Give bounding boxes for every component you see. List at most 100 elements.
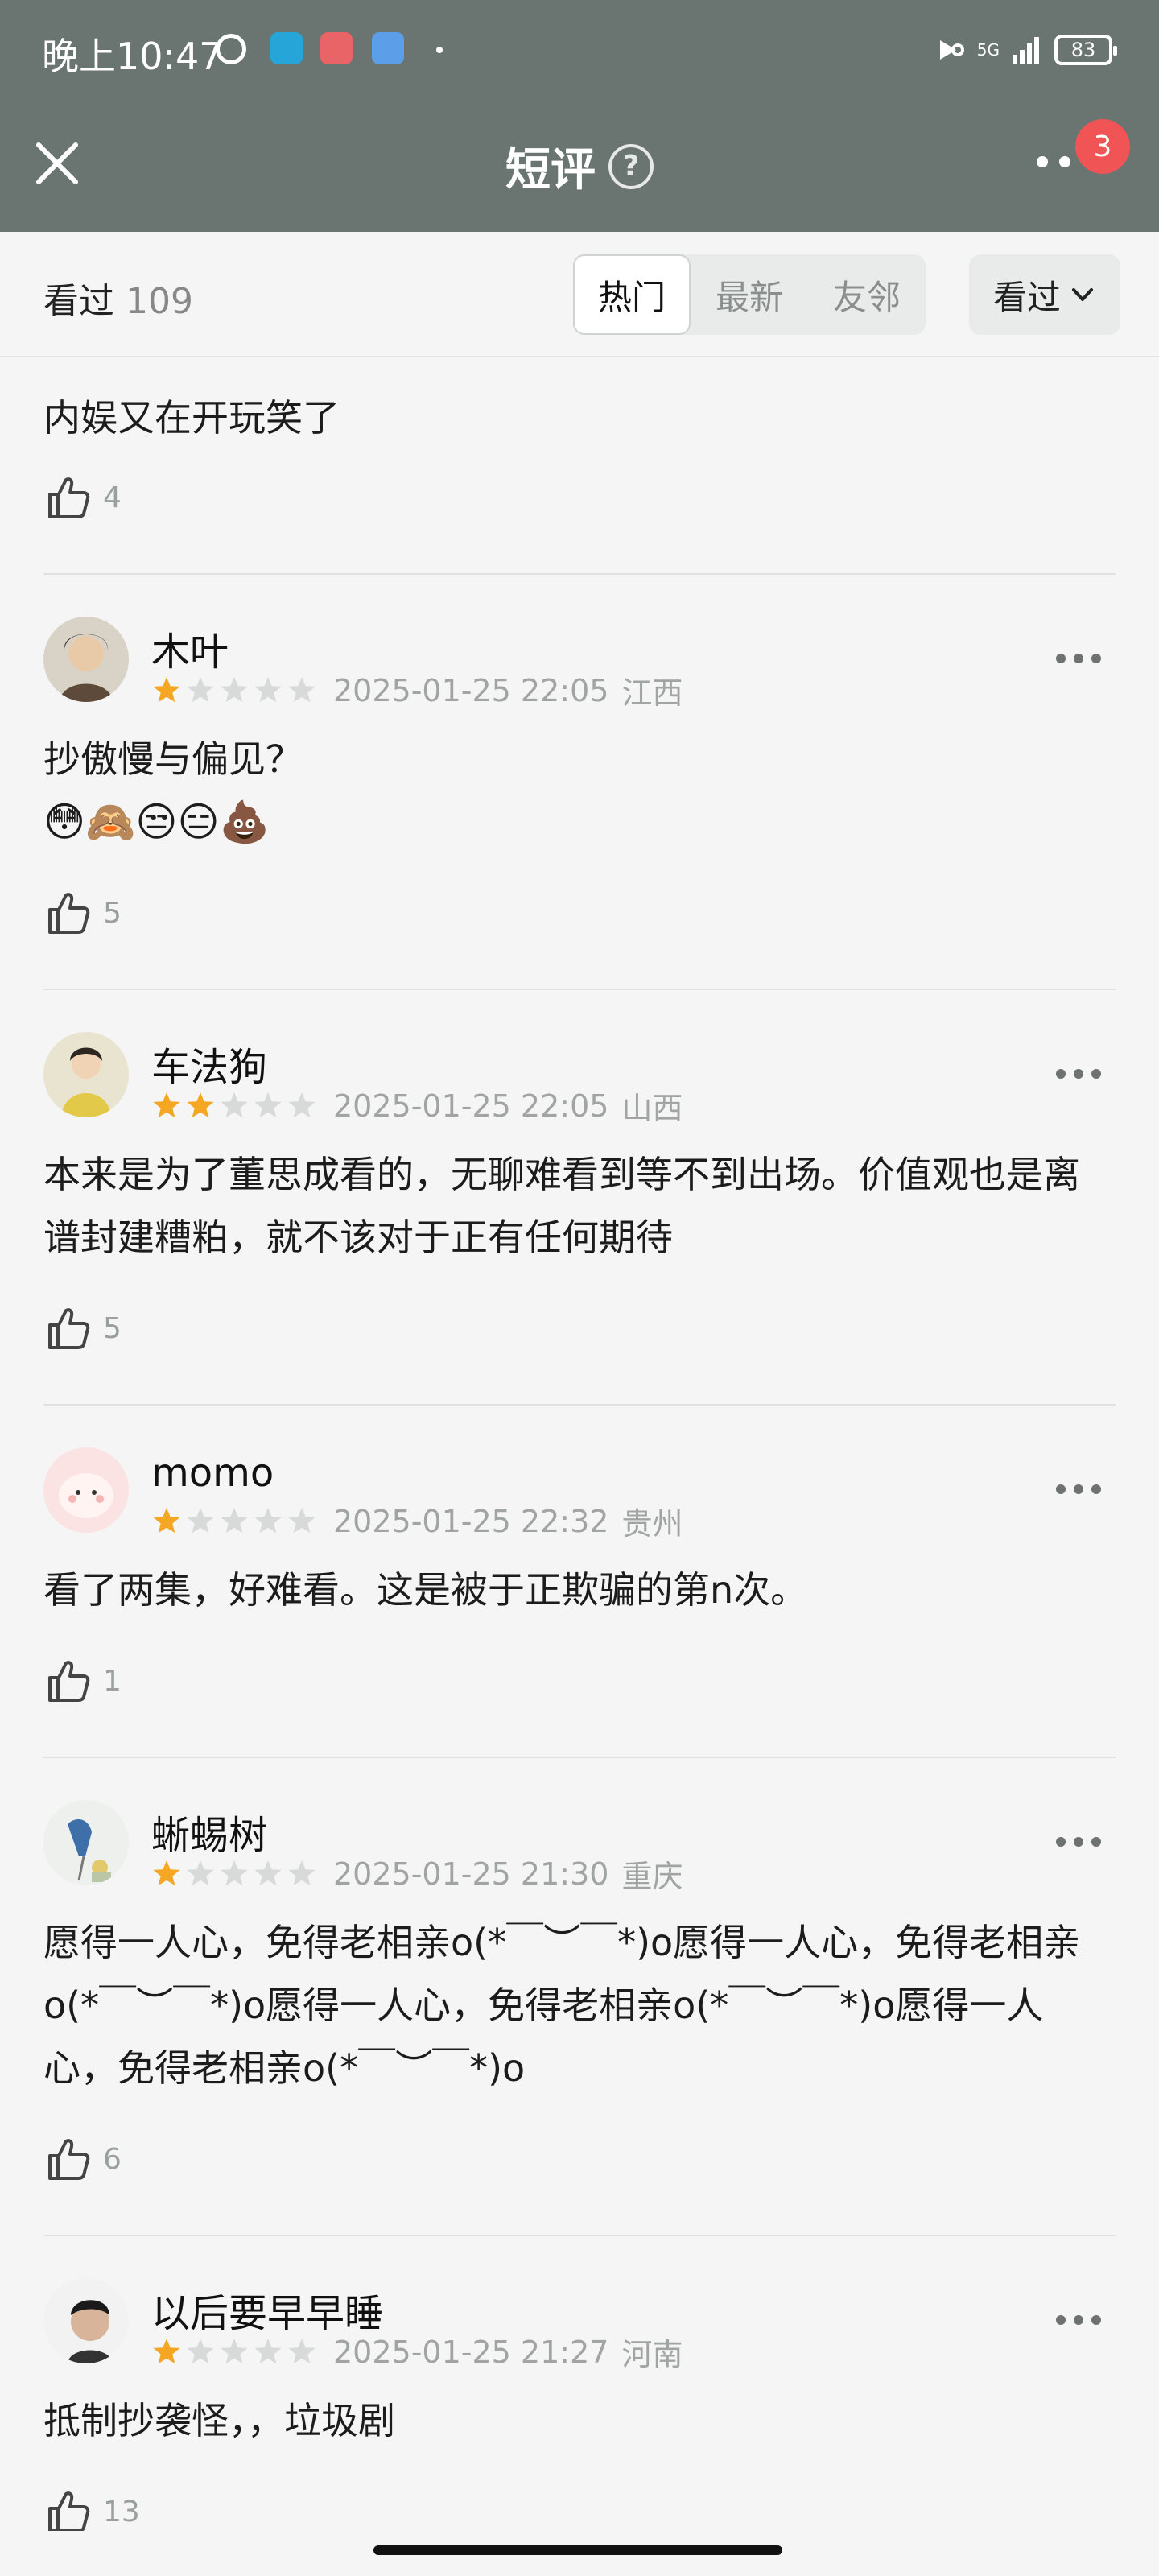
- review-content: 抄傲慢与偏见？: [43, 737, 303, 781]
- like-count: 4: [103, 481, 122, 514]
- network-type-label: 5G: [976, 40, 1000, 60]
- star-empty-icon: [187, 1507, 214, 1533]
- star-empty-icon: [187, 676, 214, 702]
- star-empty-icon: [221, 1860, 248, 1885]
- review-content: 内娱又在开玩笑了: [43, 396, 340, 440]
- avatar[interactable]: [43, 2278, 129, 2363]
- page-title: 短评: [505, 144, 596, 196]
- like-count: 13: [103, 2495, 140, 2529]
- filter-bar: 看过 109 热门 最新 友邻 看过: [0, 232, 1159, 357]
- star-empty-icon: [254, 676, 282, 702]
- star-filled-icon: [153, 1860, 180, 1885]
- review-content: 愿得一人心，免得老相亲o(*￣︶￣*)o愿得一人心，免得老相亲o(*￣︶￣*)o…: [43, 1921, 1081, 2090]
- star-empty-icon: [288, 1092, 316, 1117]
- home-indicator[interactable]: [373, 2545, 782, 2555]
- star-empty-icon: [187, 1860, 214, 1885]
- review-date: 2025-01-25 21:27: [333, 2334, 609, 2370]
- thumbs-up-icon: [48, 1661, 90, 1702]
- review-menu-icon[interactable]: [1056, 654, 1101, 663]
- like-count: 5: [103, 896, 122, 930]
- review-menu-icon[interactable]: [1056, 1069, 1101, 1079]
- avatar[interactable]: [43, 617, 129, 702]
- review-item: momo 2025-01-25 22:32 贵州 看了两集，好难看。这是被于正欺…: [43, 1406, 1116, 1758]
- battery-level: 83: [1070, 39, 1096, 61]
- review-item: 内娱又在开玩笑了 4: [43, 357, 1116, 575]
- avatar[interactable]: [43, 1800, 129, 1885]
- review-meta: 2025-01-25 22:05 江西: [151, 668, 683, 712]
- like-button[interactable]: 6: [43, 2135, 122, 2183]
- rating-stars: [151, 1859, 317, 1889]
- avatar[interactable]: [43, 1032, 129, 1117]
- review-region: 贵州: [621, 1506, 683, 1542]
- avatar-image: [43, 1800, 129, 1885]
- rating-stars: [151, 2337, 317, 2368]
- star-empty-icon: [221, 1507, 248, 1533]
- review-menu-icon[interactable]: [1056, 1484, 1101, 1494]
- battery-icon: 83: [1054, 35, 1117, 65]
- avatar-image: [43, 1032, 129, 1117]
- rating-stars: [151, 1506, 317, 1537]
- thumbs-up-icon: [48, 2139, 90, 2180]
- star-filled-icon: [153, 1507, 180, 1533]
- like-count: 5: [103, 1311, 122, 1345]
- rating-stars: [151, 1091, 317, 1121]
- review-content: 本来是为了董思成看的，无聊难看到等不到出场。价值观也是离谱封建糟粕，就不该对于正…: [43, 1153, 1080, 1259]
- app-header: 晚上10:47 5G 83 短评 ? 3: [0, 0, 1159, 232]
- like-count: 1: [103, 1664, 122, 1698]
- star-empty-icon: [221, 2338, 248, 2363]
- review-date: 2025-01-25 21:30: [333, 1856, 609, 1892]
- review-item: 车法狗 2025-01-25 22:05 山西 本来是为了董思成看的，无聊难看到…: [43, 990, 1116, 1406]
- star-empty-icon: [221, 1092, 248, 1117]
- star-empty-icon: [254, 1860, 282, 1885]
- user-name[interactable]: momo: [151, 1451, 274, 1496]
- review-content: 抵制抄袭怪，，垃圾剧: [43, 2399, 395, 2442]
- like-button[interactable]: 5: [43, 889, 122, 937]
- nav-bar: 短评 ? 3: [0, 105, 1159, 232]
- thumbs-up-icon: [48, 477, 90, 518]
- seen-count-label: 看过 109: [43, 272, 193, 324]
- help-icon[interactable]: ?: [608, 143, 654, 189]
- review-emojis: 😳🙈😒😑💩: [43, 799, 270, 845]
- chevron-down-icon: [1072, 288, 1093, 301]
- notification-badge[interactable]: 3: [1075, 119, 1130, 174]
- review-content: 看了两集，好难看。这是被于正欺骗的第n次。: [43, 1568, 808, 1612]
- like-button[interactable]: 1: [43, 1657, 122, 1705]
- dropdown-label: 看过: [992, 277, 1061, 317]
- nav-title-group: 短评 ?: [0, 134, 1159, 199]
- status-time: 晚上10:47: [42, 35, 223, 78]
- clock-icon: [216, 34, 246, 64]
- nfc-icon: [939, 40, 964, 60]
- seen-filter-dropdown[interactable]: 看过: [969, 254, 1120, 335]
- review-meta: 2025-01-25 21:27 河南: [151, 2330, 683, 2374]
- app-notification-icon: [270, 32, 303, 64]
- star-empty-icon: [221, 676, 248, 702]
- thumbs-up-icon: [48, 893, 90, 934]
- review-region: 江西: [621, 675, 683, 711]
- star-empty-icon: [288, 2338, 316, 2363]
- star-empty-icon: [288, 1860, 316, 1885]
- review-meta: 2025-01-25 21:30 重庆: [151, 1852, 683, 1896]
- like-button[interactable]: 13: [43, 2487, 140, 2531]
- review-menu-icon[interactable]: [1056, 2315, 1101, 2325]
- star-empty-icon: [288, 676, 316, 702]
- sort-tabs: 热门 最新 友邻: [573, 254, 926, 335]
- tab-friends[interactable]: 友邻: [808, 254, 926, 335]
- thumbs-up-icon: [48, 1308, 90, 1349]
- like-button[interactable]: 4: [43, 473, 122, 522]
- tab-latest[interactable]: 最新: [691, 254, 808, 335]
- star-filled-icon: [153, 2338, 180, 2363]
- seen-count: 109: [126, 281, 193, 322]
- review-region: 山西: [621, 1091, 683, 1126]
- review-region: 重庆: [621, 1859, 683, 1894]
- seen-label-text: 看过: [43, 281, 114, 322]
- avatar[interactable]: [43, 1447, 129, 1533]
- star-empty-icon: [254, 2338, 282, 2363]
- review-item: 以后要早早睡 2025-01-25 21:27 河南 抵制抄袭怪，，垃圾剧 13: [43, 2236, 1116, 2531]
- review-menu-icon[interactable]: [1056, 1837, 1101, 1847]
- like-button[interactable]: 5: [43, 1304, 122, 1352]
- review-date: 2025-01-25 22:05: [333, 672, 609, 708]
- star-filled-icon: [153, 1092, 180, 1117]
- star-filled-icon: [153, 676, 180, 702]
- tab-hot[interactable]: 热门: [573, 254, 691, 335]
- avatar-image: [43, 617, 129, 702]
